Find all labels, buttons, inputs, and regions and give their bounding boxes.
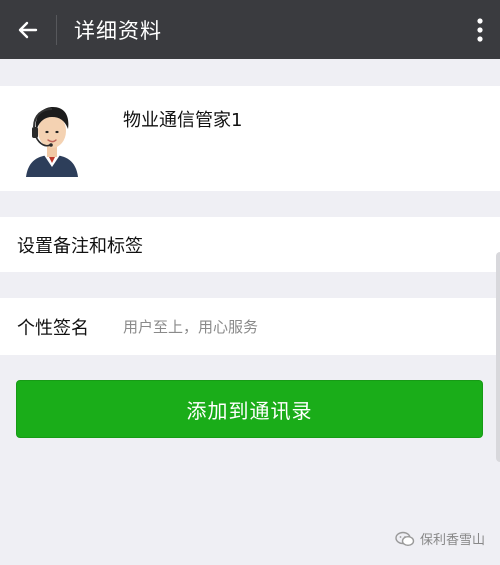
profile-card: 物业通信管家1	[0, 86, 500, 191]
arrow-left-icon	[18, 21, 38, 38]
wechat-official-icon	[395, 531, 415, 546]
watermark: 保利香雪山	[395, 529, 485, 548]
avatar[interactable]	[24, 97, 80, 177]
page-title: 详细资料	[74, 18, 162, 43]
add-to-contacts-button[interactable]: 添加到通讯录	[16, 380, 483, 438]
remark-and-tags-row[interactable]: 设置备注和标签	[0, 217, 500, 272]
back-button[interactable]	[0, 0, 56, 59]
signature-label: 个性签名	[17, 317, 89, 339]
header-divider	[56, 14, 57, 45]
signature-value: 用户至上，用心服务	[123, 318, 259, 336]
avatar-image	[24, 97, 80, 177]
more-vertical-icon	[477, 17, 483, 42]
signature-row: 个性签名 用户至上，用心服务	[0, 298, 500, 355]
scroll-indicator	[496, 252, 500, 462]
watermark-text: 保利香雪山	[419, 533, 485, 548]
top-bar: 详细资料	[0, 0, 500, 59]
more-button[interactable]	[460, 0, 500, 59]
contact-name: 物业通信管家1	[123, 110, 243, 131]
remark-and-tags-label: 设置备注和标签	[17, 235, 143, 257]
